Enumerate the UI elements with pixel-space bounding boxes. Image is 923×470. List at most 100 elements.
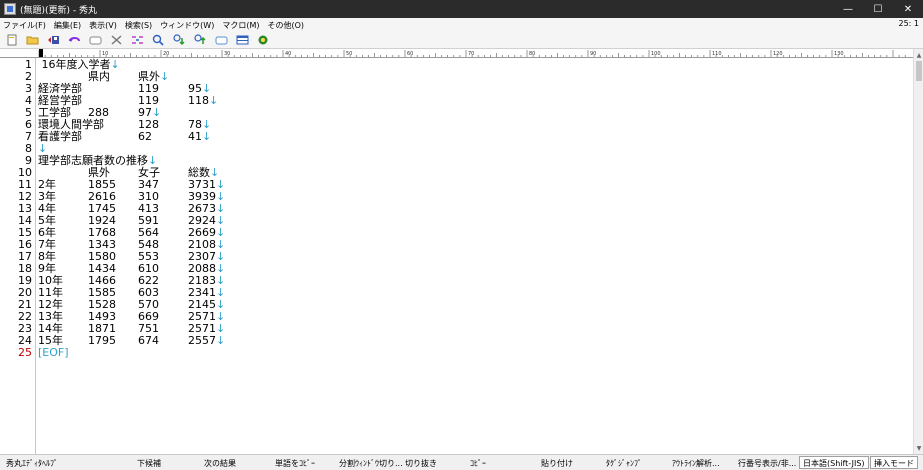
fkey-help[interactable]: 秀丸ｴﾃﾞｨﾀﾍﾙﾌﾟ — [6, 458, 58, 469]
fkey-cut[interactable]: 切り抜き — [405, 458, 437, 469]
text-line[interactable]: 11年 1585 603 2341↓ — [38, 287, 898, 299]
newline-mark: ↓ — [110, 58, 120, 71]
text-line[interactable]: 10年 1466 622 2183↓ — [38, 275, 898, 287]
text-cell: 118↓ — [188, 94, 219, 107]
ruler-label: 90 — [590, 51, 596, 57]
text-line[interactable]: 県内 県外↓ — [38, 71, 898, 83]
text-line[interactable]: 6年 1768 564 2669↓ — [38, 227, 898, 239]
text-cell: 1795 — [88, 334, 116, 347]
fkey-paste[interactable]: 貼り付け — [541, 458, 573, 469]
line-number: 25 — [18, 346, 32, 359]
fkey-outline[interactable]: ｱｳﾄﾗｲﾝ解析... — [672, 458, 720, 469]
grep-icon[interactable] — [214, 34, 229, 47]
vertical-scrollbar[interactable]: ▲ ▼ — [913, 49, 923, 454]
text-line[interactable]: 工学部 288 97↓ — [38, 107, 898, 119]
eof-marker: [EOF] — [38, 346, 69, 359]
menu-edit[interactable]: 編集(E) — [54, 20, 81, 31]
text-line[interactable]: 経営学部 119 118↓ — [38, 95, 898, 107]
line-number-gutter: 1 2 3 4 5 6 7 8 9 10 11 12 13 14 15 16 17 18 19 20 21 22 23 24 2… — [0, 58, 36, 454]
copy-icon[interactable] — [109, 34, 124, 47]
cursor-position: 25: 1 — [898, 19, 919, 28]
text-line[interactable]: 13年 1493 669 2571↓ — [38, 311, 898, 323]
ruler-label: 20 — [163, 51, 169, 57]
text-line[interactable]: 4年 1745 413 2673↓ — [38, 203, 898, 215]
maximize-button[interactable]: ☐ — [863, 0, 893, 18]
menu-macro[interactable]: マクロ(M) — [222, 20, 259, 31]
text-line[interactable]: 15年 1795 674 2557↓ — [38, 335, 898, 347]
window-controls: — ☐ ✕ — [833, 0, 923, 18]
text-line[interactable]: ↓ — [38, 143, 898, 155]
text-line[interactable]: 経済学部 119 95↓ — [38, 83, 898, 95]
fkey-split-window[interactable]: 分割ｳｨﾝﾄﾞｳ切り... — [339, 458, 403, 469]
text-cell: 674 — [138, 334, 159, 347]
scroll-up-icon[interactable]: ▲ — [914, 50, 923, 60]
close-button[interactable]: ✕ — [893, 0, 923, 18]
text-line[interactable]: 9年 1434 610 2088↓ — [38, 263, 898, 275]
find-prev-icon[interactable] — [193, 34, 208, 47]
ruler-label: 60 — [407, 51, 413, 57]
ruler-label: 70 — [468, 51, 474, 57]
toolbar — [0, 32, 923, 49]
text-line[interactable]: 12年 1528 570 2145↓ — [38, 299, 898, 311]
ruler-label: 130 — [834, 51, 844, 57]
text-line[interactable]: 14年 1871 751 2571↓ — [38, 323, 898, 335]
text-line[interactable]: 5年 1924 591 2924↓ — [38, 215, 898, 227]
ruler-ticks: 10 20 30 40 50 60 70 80 90 100 110 120 130 — [38, 49, 906, 57]
ruler-label: 110 — [712, 51, 722, 57]
text-line[interactable]: 8年 1580 553 2307↓ — [38, 251, 898, 263]
menu-bar: ファイル(F) 編集(E) 表示(V) 検索(S) ウィンドウ(W) マクロ(M… — [0, 18, 923, 32]
save-icon[interactable] — [46, 34, 61, 47]
text-line[interactable]: 環境人間学部 128 78↓ — [38, 119, 898, 131]
window-icon[interactable] — [235, 34, 250, 47]
search-icon[interactable] — [151, 34, 166, 47]
fkey-copy-word[interactable]: 単語をｺﾋﾟｰ — [275, 458, 315, 469]
text-cell: 41↓ — [188, 130, 212, 143]
fkey-line-numbers[interactable]: 行番号表示/非... — [738, 458, 796, 469]
newline-mark: ↓ — [202, 130, 212, 143]
cut-icon[interactable] — [88, 34, 103, 47]
text-cell: 2557↓ — [188, 334, 226, 347]
menu-window[interactable]: ウィンドウ(W) — [160, 20, 214, 31]
hidemaru-app-icon[interactable] — [4, 3, 16, 15]
fkey-next-result[interactable]: 次の結果 — [204, 458, 236, 469]
minimize-button[interactable]: — — [833, 0, 863, 18]
ruler-label: 100 — [651, 51, 661, 57]
ruler-label: 10 — [102, 51, 108, 57]
menu-other[interactable]: その他(O) — [268, 20, 305, 31]
ruler-label: 30 — [224, 51, 230, 57]
open-folder-icon[interactable] — [25, 34, 40, 47]
text-cell: 62 — [138, 130, 152, 143]
text-area[interactable]: 16年度入学者↓ 県内 県外↓ 経済学部 119 95↓ 経営学部 119 118↓ 工学部 288… — [38, 58, 908, 454]
ruler-cursor-marker — [39, 49, 43, 57]
newline-mark: ↓ — [209, 94, 219, 107]
menu-view[interactable]: 表示(V) — [89, 20, 117, 31]
ruler-label: 120 — [773, 51, 783, 57]
paste-icon[interactable] — [130, 34, 145, 47]
menu-search[interactable]: 検索(S) — [125, 20, 152, 31]
insert-mode-indicator[interactable]: 挿入モード — [870, 456, 918, 469]
ruler-label: 50 — [346, 51, 352, 57]
find-next-icon[interactable] — [172, 34, 187, 47]
text-line[interactable]: 看護学部 62 41↓ — [38, 131, 898, 143]
text-line[interactable]: 2年 1855 347 3731↓ — [38, 179, 898, 191]
column-ruler: 10 20 30 40 50 60 70 80 90 100 110 120 130 — [0, 49, 923, 58]
ruler-label: 80 — [529, 51, 535, 57]
text-line[interactable]: 3年 2616 310 3939↓ — [38, 191, 898, 203]
text-line[interactable]: 7年 1343 548 2108↓ — [38, 239, 898, 251]
undo-icon[interactable] — [67, 34, 82, 47]
scroll-down-icon[interactable]: ▼ — [914, 443, 923, 453]
scrollbar-thumb[interactable] — [916, 61, 922, 81]
new-file-icon[interactable] — [4, 34, 19, 47]
fkey-copy[interactable]: ｺﾋﾟｰ — [470, 458, 486, 469]
editor-area[interactable]: 1 2 3 4 5 6 7 8 9 10 11 12 13 14 15 16 17 18 19 20 21 22 23 24 2… — [0, 58, 913, 454]
newline-mark: ↓ — [216, 334, 226, 347]
function-key-bar: 秀丸ｴﾃﾞｨﾀﾍﾙﾌﾟ 下候補 次の結果 単語をｺﾋﾟｰ 分割ｳｨﾝﾄﾞｳ切り.… — [0, 454, 923, 470]
menu-file[interactable]: ファイル(F) — [3, 20, 46, 31]
text-line[interactable]: 県外 女子 総数↓ — [38, 167, 898, 179]
fkey-tag-jump[interactable]: ﾀｸﾞｼﾞｬﾝﾌﾟ — [606, 458, 642, 469]
help-icon[interactable] — [256, 34, 271, 47]
text-cell: 県内 — [88, 70, 110, 83]
fkey-next-candidate[interactable]: 下候補 — [137, 458, 161, 469]
encoding-indicator[interactable]: 日本語(Shift-JIS) — [799, 456, 869, 469]
text-line[interactable]: 理学部志願者数の推移↓ — [38, 155, 898, 167]
